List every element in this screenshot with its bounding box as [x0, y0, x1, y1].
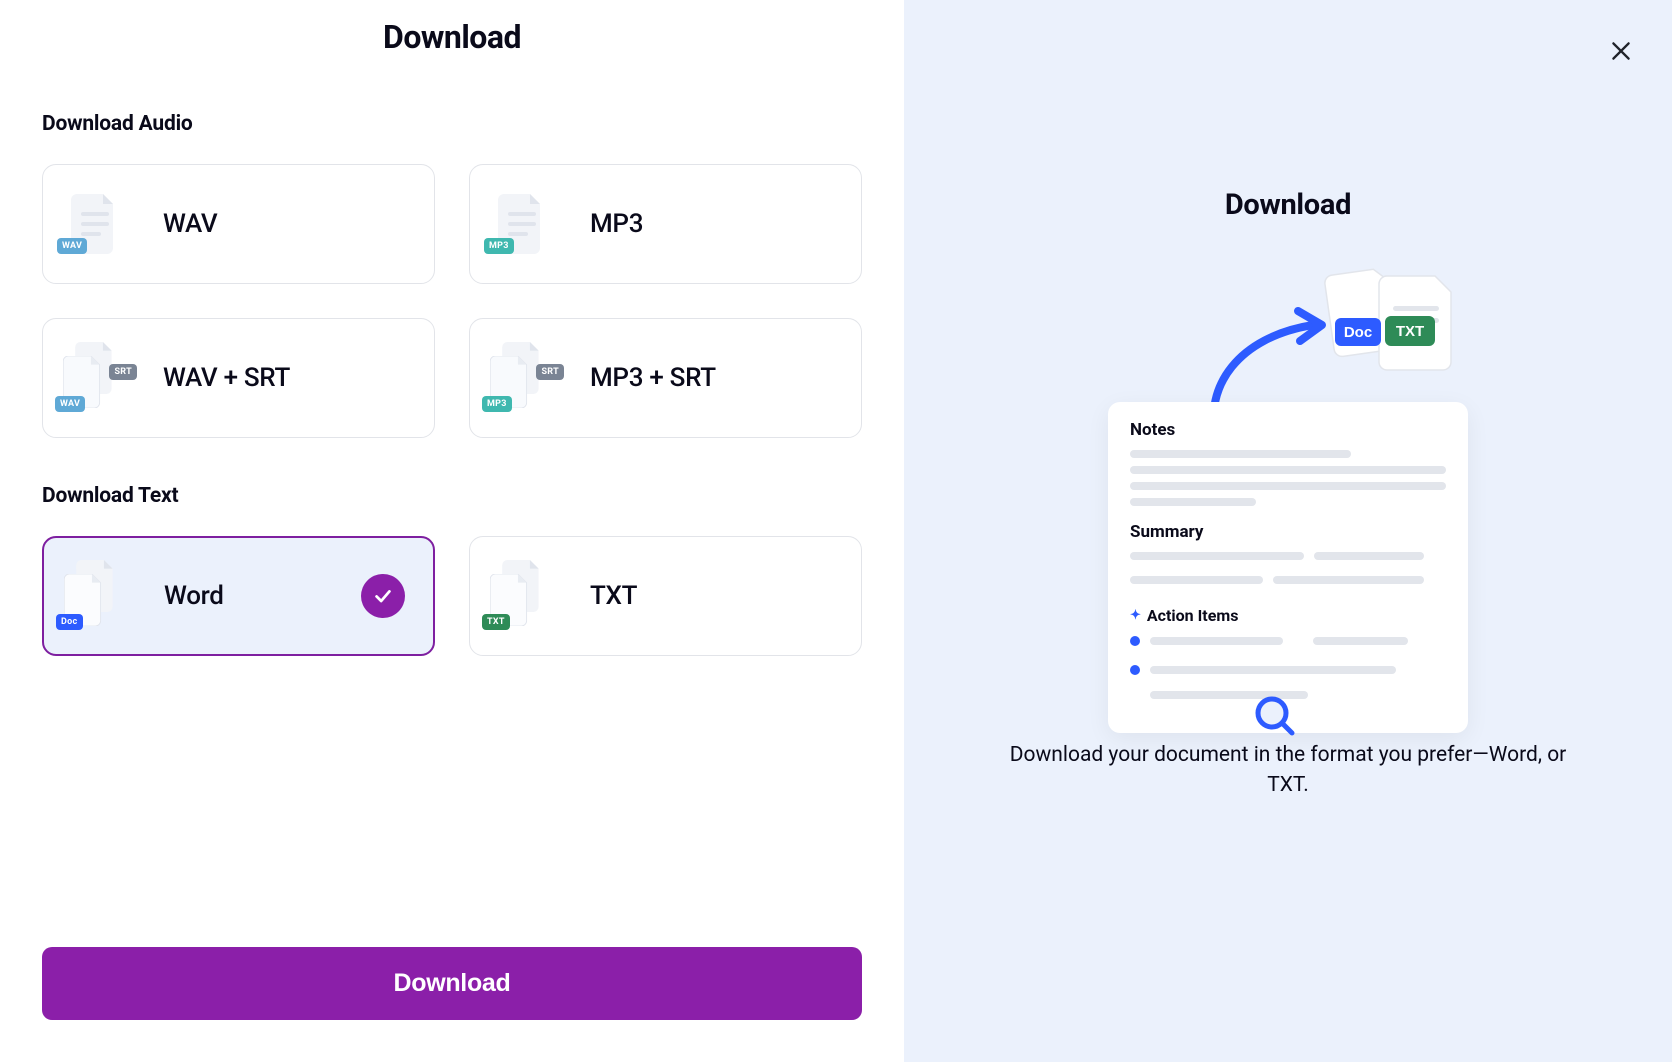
option-mp3[interactable]: MP3 MP3 — [469, 164, 862, 284]
wav-file-icon: WAV — [63, 188, 127, 260]
mp3-srt-file-icon: SRT MP3 — [490, 342, 554, 414]
wav-srt-file-icon: SRT WAV — [63, 342, 127, 414]
download-button[interactable]: Download — [42, 947, 862, 1020]
action-items-label: ✦ Action Items — [1130, 606, 1446, 625]
text-options-grid: Doc Word TXT TXT — [42, 536, 862, 656]
sparkle-icon: ✦ — [1130, 608, 1141, 623]
svg-text:Doc: Doc — [1344, 324, 1372, 341]
option-label: WAV — [163, 209, 217, 239]
option-label: MP3 — [590, 209, 643, 239]
right-panel-title: Download — [1225, 188, 1351, 222]
option-txt[interactable]: TXT TXT — [469, 536, 862, 656]
magnifier-icon — [1252, 693, 1300, 741]
option-label: TXT — [590, 581, 637, 611]
option-wav-srt[interactable]: SRT WAV WAV + SRT — [42, 318, 435, 438]
option-mp3-srt[interactable]: SRT MP3 MP3 + SRT — [469, 318, 862, 438]
right-panel: Download Doc TXT — [904, 0, 1672, 1062]
option-label: WAV + SRT — [163, 363, 290, 393]
summary-label: Summary — [1130, 522, 1446, 542]
checkmark-icon — [361, 574, 405, 618]
close-icon — [1608, 38, 1634, 64]
mp3-file-icon: MP3 — [490, 188, 554, 260]
download-illustration: Doc TXT Notes Summary — [1098, 262, 1478, 692]
notes-label: Notes — [1130, 420, 1446, 440]
option-label: Word — [164, 581, 224, 611]
option-wav[interactable]: WAV WAV — [42, 164, 435, 284]
dialog-title: Download — [42, 18, 862, 56]
audio-section-heading: Download Audio — [42, 112, 862, 136]
txt-file-icon: TXT — [490, 560, 554, 632]
option-word[interactable]: Doc Word — [42, 536, 435, 656]
left-panel: Download Download Audio WAV WAV MP3 MP3 — [0, 0, 904, 1062]
option-label: MP3 + SRT — [590, 363, 716, 393]
illustration-card: Notes Summary ✦ Action Items — [1108, 402, 1468, 733]
download-dialog: Download Download Audio WAV WAV MP3 MP3 — [0, 0, 1672, 1062]
text-section-heading: Download Text — [42, 484, 862, 508]
close-button[interactable] — [1602, 32, 1640, 73]
audio-options-grid: WAV WAV MP3 MP3 SRT WAV — [42, 164, 862, 438]
right-panel-description: Download your document in the format you… — [1008, 740, 1568, 801]
svg-text:TXT: TXT — [1396, 323, 1424, 340]
doc-file-icon: Doc — [64, 560, 128, 632]
